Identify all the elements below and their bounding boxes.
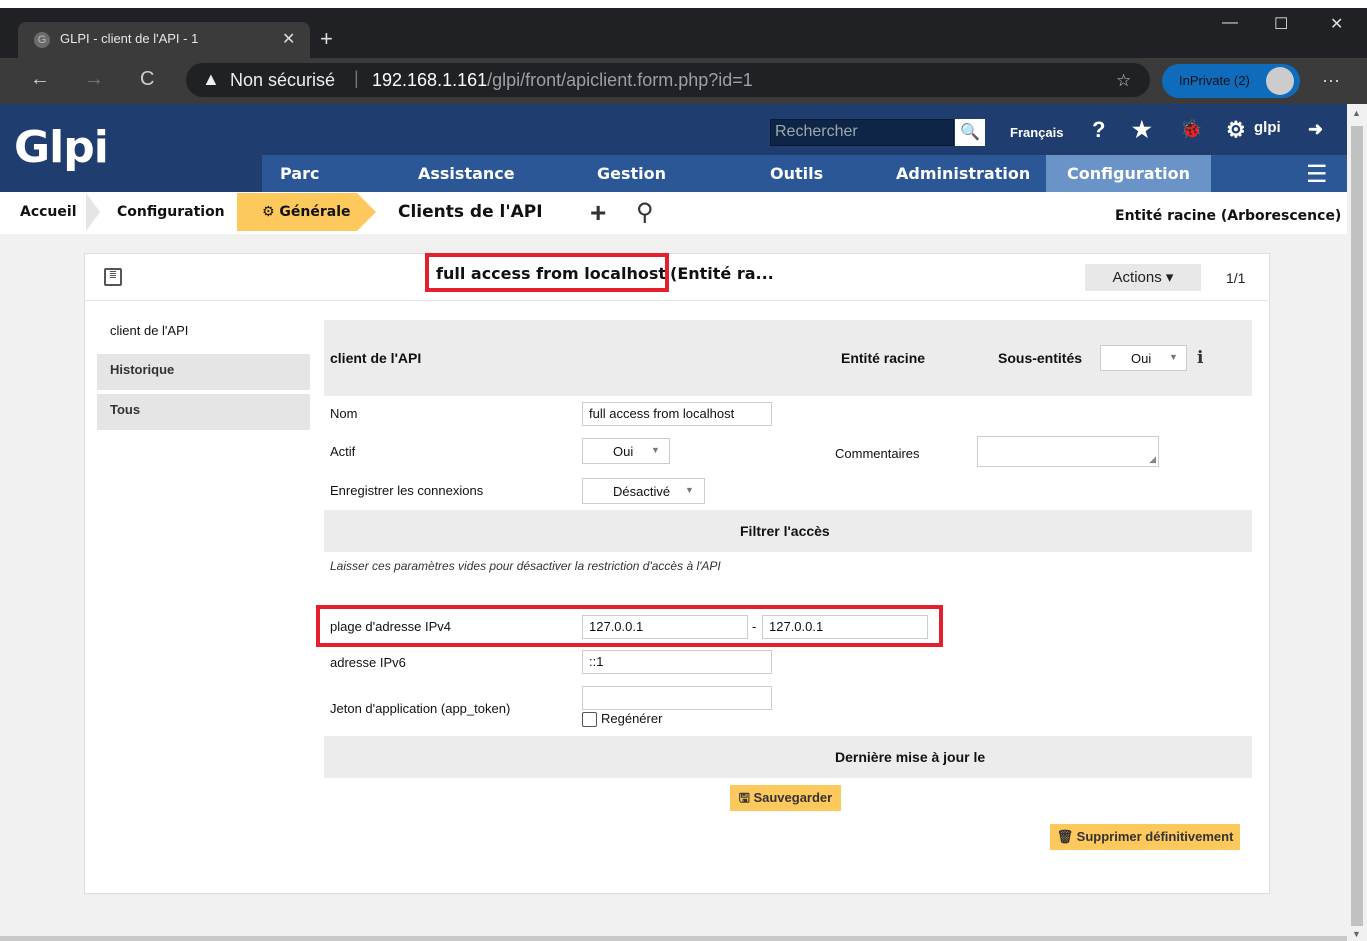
star-icon[interactable]: ★: [1132, 117, 1152, 143]
ipv6-label: adresse IPv6: [330, 655, 406, 670]
tab-all-label: Tous: [110, 402, 141, 417]
breadcrumb-arrow: [357, 193, 376, 231]
subentities-label: Sous-entités: [998, 350, 1083, 366]
item-entity: (Entité ra...: [670, 264, 774, 283]
actions-button[interactable]: Actions ▾: [1085, 264, 1201, 291]
gear-icon[interactable]: ⚙: [1226, 117, 1246, 143]
filter-hint: Laisser ces paramètres vides pour désact…: [330, 559, 721, 573]
log-connections-label: Enregistrer les connexions: [330, 483, 484, 498]
highlight-ipv4: [316, 605, 943, 647]
avatar: [1266, 67, 1294, 95]
search-icon[interactable]: 🔍: [955, 119, 985, 146]
menu-gestion[interactable]: Gestion: [597, 164, 666, 183]
active-value: Oui: [613, 444, 634, 459]
pager: 1/1: [1226, 270, 1246, 286]
inprivate-button[interactable]: InPrivate (2): [1162, 64, 1300, 98]
tab-title: GLPI - client de l'API - 1: [60, 31, 199, 46]
url-host: 192.168.1.161: [372, 70, 488, 90]
ipv6-input[interactable]: ::1: [582, 650, 772, 674]
form-title: client de l'API: [330, 350, 422, 366]
forward-icon[interactable]: →: [84, 68, 104, 91]
page-title[interactable]: Clients de l'API: [398, 202, 543, 222]
window-close-icon[interactable]: ✕: [1330, 14, 1343, 34]
chevron-down-icon: ▼: [685, 485, 694, 495]
active-label: Actif: [330, 444, 356, 459]
filter-title: Filtrer l'accès: [740, 523, 830, 539]
resize-grip-icon[interactable]: ◢: [1149, 454, 1156, 465]
highlight-title: [425, 253, 669, 292]
menu-parc[interactable]: Parc: [280, 164, 319, 183]
info-icon[interactable]: i: [1197, 348, 1203, 368]
address-bar[interactable]: ▲ Non sécurisé | 192.168.1.161/glpi/fron…: [186, 63, 1150, 97]
breadcrumb-separator: [86, 193, 100, 231]
help-icon[interactable]: ?: [1092, 117, 1105, 143]
minimize-icon[interactable]: —: [1222, 14, 1238, 32]
comments-textarea[interactable]: ◢: [977, 436, 1159, 467]
url-path: /glpi/front/apiclient.form.php?id=1: [487, 70, 753, 90]
breadcrumb-config[interactable]: Configuration: [117, 204, 225, 220]
glpi-logo[interactable]: Glpi: [14, 112, 109, 184]
inprivate-label: InPrivate (2): [1179, 73, 1250, 88]
name-label: Nom: [330, 406, 358, 421]
tab-close-icon[interactable]: ✕: [282, 29, 295, 49]
add-icon[interactable]: +: [590, 197, 606, 229]
tab-favicon-icon: G: [34, 32, 50, 48]
page-bottom-edge: [0, 936, 1347, 941]
language-selector[interactable]: Français: [1010, 125, 1063, 140]
logout-icon[interactable]: ➜: [1308, 119, 1323, 140]
menu-assistance[interactable]: Assistance: [418, 164, 515, 183]
tab-all[interactable]: Tous: [97, 394, 310, 430]
menu-configuration[interactable]: Configuration: [1067, 164, 1190, 183]
search-list-icon[interactable]: ⚲: [636, 198, 654, 227]
regenerate-checkbox[interactable]: [582, 712, 597, 727]
favorites-icon[interactable]: ☆: [1116, 71, 1131, 91]
browser-tab[interactable]: G GLPI - client de l'API - 1 ✕: [18, 22, 310, 58]
url-separator: |: [354, 68, 359, 88]
tab-api-client[interactable]: client de l'API: [110, 323, 188, 338]
comments-label: Commentaires: [835, 446, 920, 461]
tab-history[interactable]: Historique: [97, 354, 310, 390]
menu-outils[interactable]: Outils: [770, 164, 823, 183]
scrollbar-thumb[interactable]: [1351, 126, 1363, 926]
subentities-value: Oui: [1131, 351, 1152, 366]
hamburger-icon[interactable]: ☰: [1306, 160, 1328, 189]
bug-icon[interactable]: 🐞: [1180, 119, 1202, 140]
warning-icon: ▲: [202, 69, 220, 89]
scroll-up-icon[interactable]: ▲: [1352, 108, 1361, 118]
reload-icon[interactable]: C: [140, 68, 154, 91]
name-input[interactable]: full access from localhost: [582, 402, 772, 426]
log-connections-value: Désactivé: [613, 484, 671, 499]
breadcrumb-general[interactable]: ⚙ Générale: [262, 204, 351, 220]
scrollbar[interactable]: ▲ ▼: [1347, 104, 1367, 941]
scroll-down-icon[interactable]: ▼: [1352, 929, 1361, 939]
tab-history-label: Historique: [110, 362, 175, 377]
window-top-strip: [0, 0, 1367, 8]
back-icon[interactable]: ←: [30, 68, 50, 91]
user-menu[interactable]: glpi: [1254, 119, 1281, 136]
last-update-header: [324, 736, 1252, 778]
regenerate-label: Regénérer: [601, 711, 663, 726]
app-token-label: Jeton d'application (app_token): [330, 701, 511, 716]
subentities-select[interactable]: Oui ▼: [1100, 345, 1187, 371]
delete-button[interactable]: 🗑 Supprimer définitivement: [1050, 824, 1240, 850]
chevron-down-icon: ▼: [651, 445, 660, 455]
security-text: Non sécurisé: [230, 70, 336, 90]
url-text: 192.168.1.161/glpi/front/apiclient.form.…: [372, 70, 753, 91]
search-input[interactable]: Rechercher: [770, 119, 954, 146]
app-token-input[interactable]: [582, 686, 772, 710]
save-button[interactable]: 🖫 Sauvegarder: [730, 785, 841, 811]
list-icon[interactable]: ≣: [104, 268, 122, 286]
entity-label: Entité racine: [841, 350, 926, 366]
last-update-label: Dernière mise à jour le: [835, 749, 986, 765]
maximize-icon[interactable]: ☐: [1274, 14, 1288, 34]
breadcrumb-home[interactable]: Accueil: [20, 204, 77, 220]
log-connections-select[interactable]: Désactivé ▼: [582, 478, 705, 504]
active-select[interactable]: Oui ▼: [582, 438, 670, 464]
entity-selector[interactable]: Entité racine (Arborescence): [1115, 208, 1341, 224]
chevron-down-icon: ▼: [1169, 352, 1178, 362]
new-tab-icon[interactable]: +: [320, 26, 333, 52]
more-icon[interactable]: ···: [1322, 70, 1340, 91]
menu-administration[interactable]: Administration: [896, 164, 1030, 183]
